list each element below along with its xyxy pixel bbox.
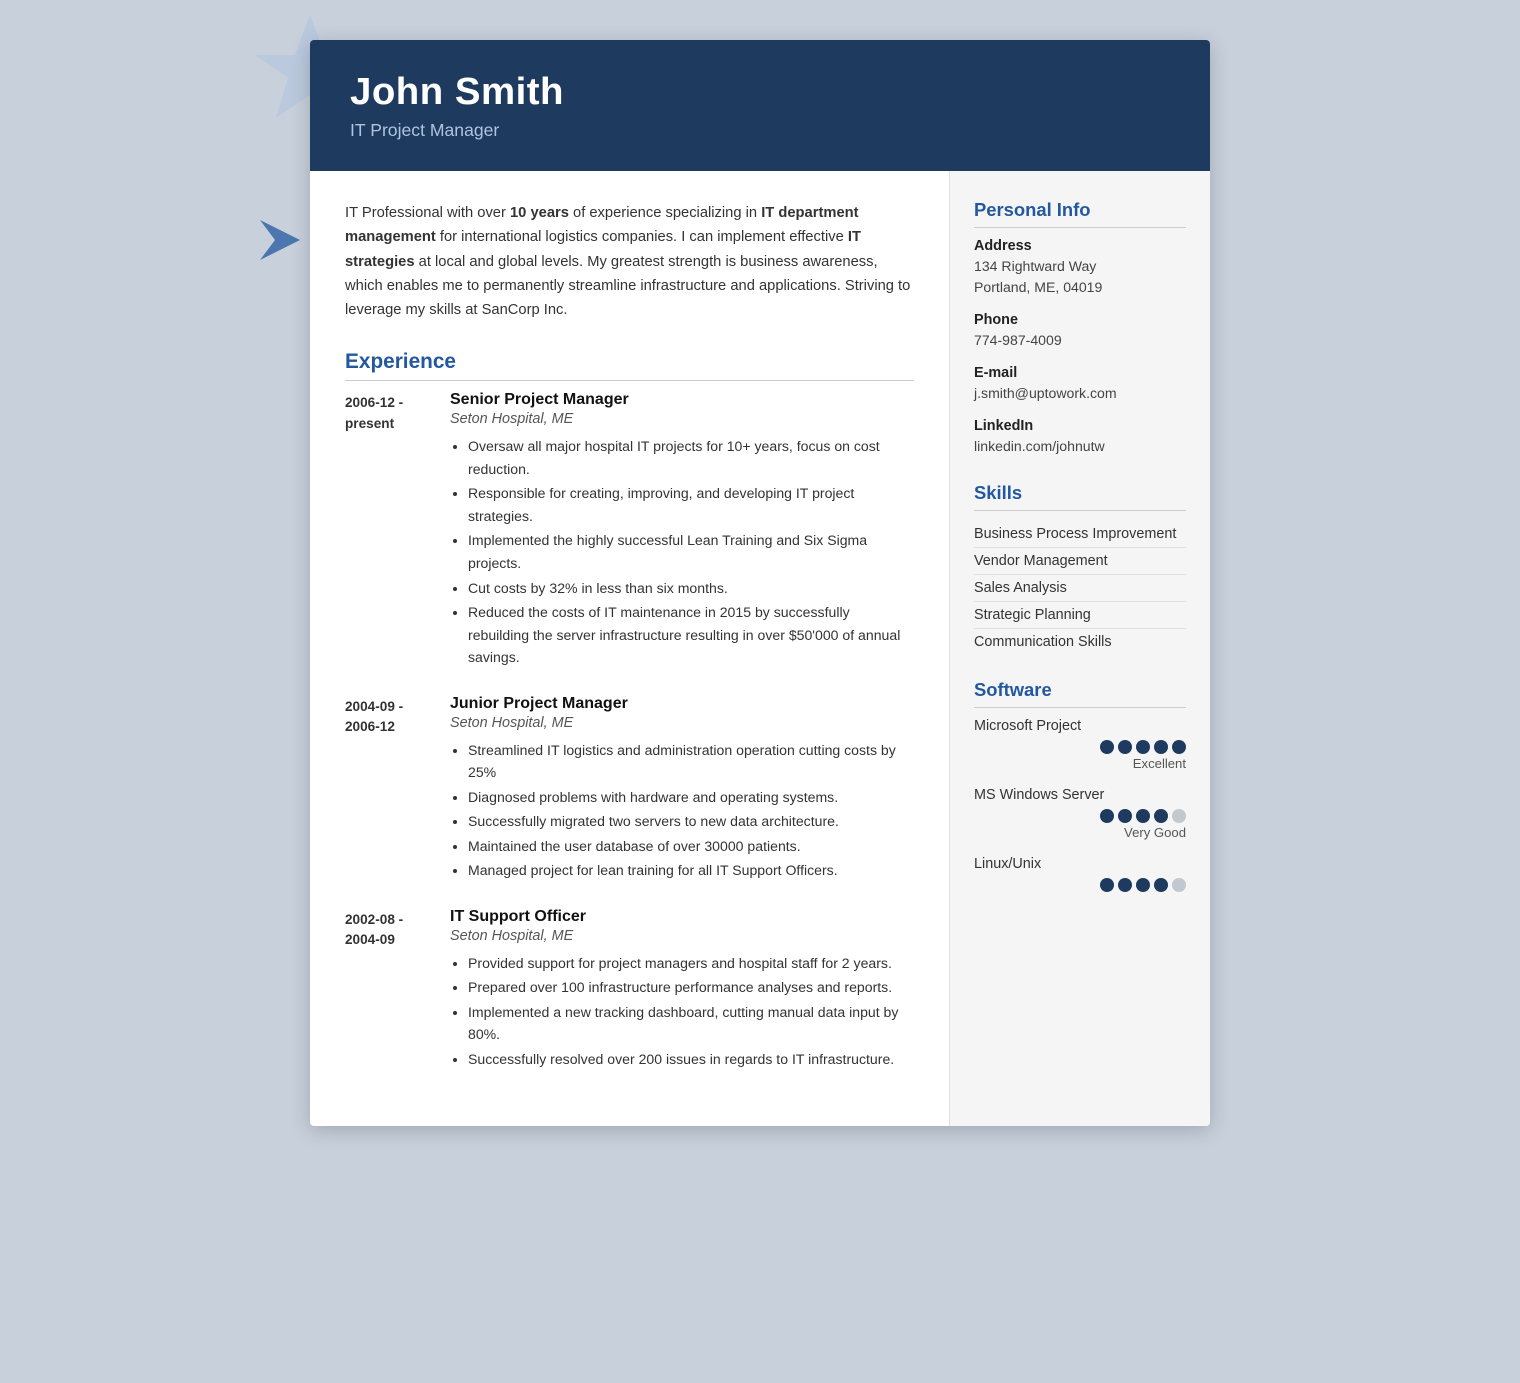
candidate-name: John Smith: [350, 70, 1170, 114]
software-name-3: Linux/Unix: [974, 856, 1186, 872]
personal-info-section: Personal Info Address 134 Rightward WayP…: [974, 199, 1186, 458]
dot: [1154, 740, 1168, 754]
address-value: 134 Rightward WayPortland, ME, 04019: [974, 256, 1186, 298]
bullet: Provided support for project managers an…: [468, 952, 914, 975]
exp-details-2: Junior Project Manager Seton Hospital, M…: [450, 695, 914, 884]
skills-section: Skills Business Process Improvement Vend…: [974, 482, 1186, 655]
exp-details-3: IT Support Officer Seton Hospital, ME Pr…: [450, 908, 914, 1073]
bullet: Successfully resolved over 200 issues in…: [468, 1048, 914, 1071]
dots-row-2: [974, 809, 1186, 823]
dot: [1172, 740, 1186, 754]
skill-item: Strategic Planning: [974, 602, 1186, 629]
exp-item-2: 2004-09 - 2006-12 Junior Project Manager…: [345, 695, 914, 884]
software-title: Software: [974, 679, 1186, 708]
address-label: Address: [974, 238, 1186, 254]
dots-row-1: [974, 740, 1186, 754]
skill-item: Communication Skills: [974, 629, 1186, 655]
bullet: Cut costs by 32% in less than six months…: [468, 577, 914, 600]
email-label: E-mail: [974, 365, 1186, 381]
dot: [1118, 740, 1132, 754]
exp-dates-1: 2006-12 - present: [345, 391, 450, 670]
dot: [1154, 878, 1168, 892]
bullet: Managed project for lean training for al…: [468, 859, 914, 882]
phone-value: 774-987-4009: [974, 330, 1186, 351]
skill-item: Vendor Management: [974, 548, 1186, 575]
linkedin-value: linkedin.com/johnutw: [974, 436, 1186, 457]
dot: [1100, 809, 1114, 823]
bullet: Successfully migrated two servers to new…: [468, 810, 914, 833]
bullet: Reduced the costs of IT maintenance in 2…: [468, 601, 914, 669]
dot: [1136, 878, 1150, 892]
experience-section: Experience 2006-12 - present Senior Proj…: [345, 350, 914, 1072]
bullet: Prepared over 100 infrastructure perform…: [468, 976, 914, 999]
linkedin-block: LinkedIn linkedin.com/johnutw: [974, 418, 1186, 457]
dots-row-3: [974, 878, 1186, 892]
skills-list: Business Process Improvement Vendor Mana…: [974, 521, 1186, 655]
linkedin-label: LinkedIn: [974, 418, 1186, 434]
bullet: Responsible for creating, improving, and…: [468, 482, 914, 527]
dot: [1118, 809, 1132, 823]
bullet: Maintained the user database of over 300…: [468, 835, 914, 858]
dot: [1136, 740, 1150, 754]
bullets-1: Oversaw all major hospital IT projects f…: [450, 435, 914, 668]
address-block: Address 134 Rightward WayPortland, ME, 0…: [974, 238, 1186, 298]
skill-item: Sales Analysis: [974, 575, 1186, 602]
dot: [1100, 878, 1114, 892]
bullet: Diagnosed problems with hardware and ope…: [468, 786, 914, 809]
job-title-3: IT Support Officer: [450, 908, 914, 926]
exp-details-1: Senior Project Manager Seton Hospital, M…: [450, 391, 914, 670]
resume-wrapper: John Smith IT Project Manager IT Profess…: [310, 40, 1210, 1126]
skills-title: Skills: [974, 482, 1186, 511]
exp-item-1: 2006-12 - present Senior Project Manager…: [345, 391, 914, 670]
company-3: Seton Hospital, ME: [450, 928, 914, 944]
rating-label-1: Excellent: [974, 756, 1186, 771]
software-item-3: Linux/Unix: [974, 856, 1186, 892]
dot: [1154, 809, 1168, 823]
email-block: E-mail j.smith@uptowork.com: [974, 365, 1186, 404]
bullet: Implemented a new tracking dashboard, cu…: [468, 1001, 914, 1046]
resume-header: John Smith IT Project Manager: [310, 40, 1210, 171]
dot: [1172, 809, 1186, 823]
resume-card: John Smith IT Project Manager IT Profess…: [310, 40, 1210, 1126]
company-1: Seton Hospital, ME: [450, 411, 914, 427]
phone-block: Phone 774-987-4009: [974, 312, 1186, 351]
bullets-2: Streamlined IT logistics and administrat…: [450, 739, 914, 882]
exp-dates-2: 2004-09 - 2006-12: [345, 695, 450, 884]
dot: [1172, 878, 1186, 892]
personal-info-title: Personal Info: [974, 199, 1186, 228]
bullet: Streamlined IT logistics and administrat…: [468, 739, 914, 784]
email-value: j.smith@uptowork.com: [974, 383, 1186, 404]
phone-label: Phone: [974, 312, 1186, 328]
main-content: IT Professional with over 10 years of ex…: [310, 171, 950, 1126]
bullet: Implemented the highly successful Lean T…: [468, 529, 914, 574]
dot: [1136, 809, 1150, 823]
exp-item-3: 2002-08 - 2004-09 IT Support Officer Set…: [345, 908, 914, 1073]
candidate-title: IT Project Manager: [350, 120, 1170, 141]
skill-item: Business Process Improvement: [974, 521, 1186, 548]
company-2: Seton Hospital, ME: [450, 715, 914, 731]
job-title-2: Junior Project Manager: [450, 695, 914, 713]
job-title-1: Senior Project Manager: [450, 391, 914, 409]
software-item-1: Microsoft Project Excellent: [974, 718, 1186, 771]
software-item-2: MS Windows Server Very Good: [974, 787, 1186, 840]
software-name-1: Microsoft Project: [974, 718, 1186, 734]
sidebar: Personal Info Address 134 Rightward WayP…: [950, 171, 1210, 1126]
exp-dates-3: 2002-08 - 2004-09: [345, 908, 450, 1073]
software-section: Software Microsoft Project Excellent: [974, 679, 1186, 892]
summary-text: IT Professional with over 10 years of ex…: [345, 201, 914, 322]
experience-title: Experience: [345, 350, 914, 381]
software-name-2: MS Windows Server: [974, 787, 1186, 803]
resume-body: IT Professional with over 10 years of ex…: [310, 171, 1210, 1126]
dot: [1100, 740, 1114, 754]
dot: [1118, 878, 1132, 892]
bullet: Oversaw all major hospital IT projects f…: [468, 435, 914, 480]
bullets-3: Provided support for project managers an…: [450, 952, 914, 1071]
rating-label-2: Very Good: [974, 825, 1186, 840]
